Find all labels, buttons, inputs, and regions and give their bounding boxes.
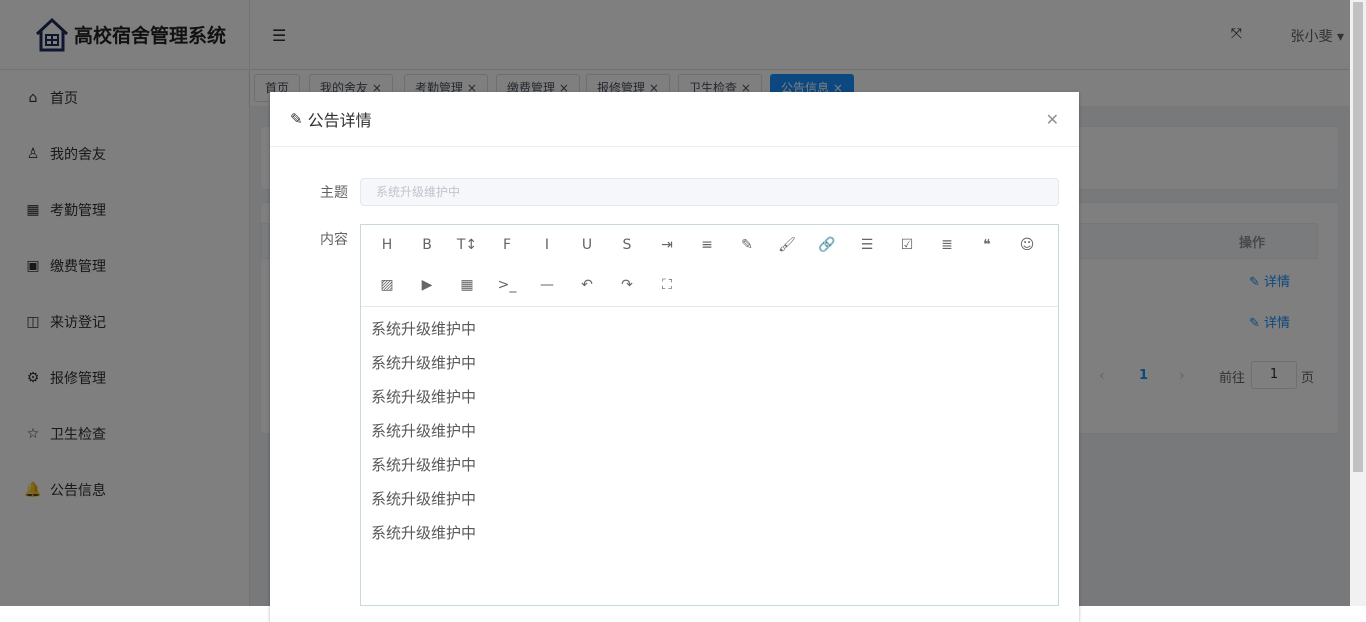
list-icon[interactable]: ☰ bbox=[854, 232, 880, 258]
content-line: 系统升级维护中 bbox=[371, 422, 477, 440]
subject-input[interactable]: 系统升级维护中 bbox=[360, 178, 1059, 206]
font-name-icon[interactable]: F bbox=[494, 232, 520, 258]
link-icon[interactable]: 🔗 bbox=[814, 232, 840, 258]
rich-text-editor: H B T↕ F I U S ⇥ ≡ ✎ 🖌 🔗 ☰ ☑ ≣ ❝ ☺ ▨ ▶ ▦ >_ — ↶ ↷ ⛶ 系统升级维护中 系统升级维… bbox=[360, 224, 1059, 606]
notice-detail-dialog: ✎ 公告详情 ✕ 主题 系统升级维护中 内容 H B T↕ F I U S ⇥ ≡ ✎ 🖌 🔗 ☰ ☑ ≣ ❝ ☺… bbox=[270, 92, 1079, 622]
editor-toolbar: H B T↕ F I U S ⇥ ≡ ✎ 🖌 🔗 ☰ ☑ ≣ ❝ ☺ ▨ ▶ ▦ >_ — ↶ ↷ ⛶ bbox=[361, 225, 1058, 307]
background-color-icon[interactable]: 🖌 bbox=[774, 232, 800, 258]
edit-icon: ✎ bbox=[290, 110, 303, 128]
strikethrough-icon[interactable]: S bbox=[614, 232, 640, 258]
video-icon[interactable]: ▶ bbox=[414, 272, 440, 298]
content-label: 内容 bbox=[320, 232, 348, 248]
content-line: 系统升级维护中 bbox=[371, 354, 477, 372]
justify-icon[interactable]: ≣ bbox=[934, 232, 960, 258]
fullscreen-icon[interactable]: ⛶ bbox=[654, 272, 680, 298]
image-icon[interactable]: ▨ bbox=[374, 272, 400, 298]
font-size-icon[interactable]: T↕ bbox=[454, 232, 480, 258]
table-icon[interactable]: ▦ bbox=[454, 272, 480, 298]
bold-icon[interactable]: B bbox=[414, 232, 440, 258]
todo-icon[interactable]: ☑ bbox=[894, 232, 920, 258]
italic-icon[interactable]: I bbox=[534, 232, 560, 258]
heading-icon[interactable]: H bbox=[374, 232, 400, 258]
underline-icon[interactable]: U bbox=[574, 232, 600, 258]
close-icon[interactable]: ✕ bbox=[1046, 110, 1059, 129]
subject-label: 主题 bbox=[320, 185, 348, 201]
page-scrollbar[interactable] bbox=[1350, 0, 1366, 606]
divider-icon[interactable]: — bbox=[534, 272, 560, 298]
indent-icon[interactable]: ⇥ bbox=[654, 232, 680, 258]
quote-icon[interactable]: ❝ bbox=[974, 232, 1000, 258]
editor-content[interactable]: 系统升级维护中 系统升级维护中 系统升级维护中 系统升级维护中 系统升级维护中 系统升级维… bbox=[361, 307, 1058, 559]
content-line: 系统升级维护中 bbox=[371, 490, 477, 508]
content-line: 系统升级维护中 bbox=[371, 320, 477, 338]
emoticon-icon[interactable]: ☺ bbox=[1014, 232, 1040, 258]
content-line: 系统升级维护中 bbox=[371, 456, 477, 474]
font-color-icon[interactable]: ✎ bbox=[734, 232, 760, 258]
dialog-title: 公告详情 bbox=[307, 111, 372, 130]
code-icon[interactable]: >_ bbox=[494, 272, 520, 298]
content-line: 系统升级维护中 bbox=[371, 524, 477, 542]
line-height-icon[interactable]: ≡ bbox=[694, 232, 720, 258]
undo-icon[interactable]: ↶ bbox=[574, 272, 600, 298]
redo-icon[interactable]: ↷ bbox=[614, 272, 640, 298]
content-line: 系统升级维护中 bbox=[371, 388, 477, 406]
